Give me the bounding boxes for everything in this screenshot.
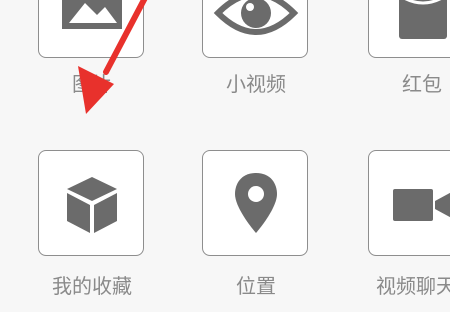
tile-image[interactable]: 图片 [38,0,146,96]
tile-short-video-label: 小视频 [226,72,286,96]
red-packet-icon [399,0,447,39]
tile-location-label: 位置 [236,274,276,298]
tile-red-packet[interactable]: 红包 [368,0,450,96]
tile-favorites[interactable]: 我的收藏 [38,150,146,298]
tile-video-chat-label: 视频聊天 [376,274,450,298]
tile-short-video[interactable]: 小视频 [202,0,310,96]
tile-location[interactable]: 位置 [202,150,310,298]
tile-video-chat-box[interactable] [368,150,450,256]
tile-image-label: 图片 [72,72,112,96]
tile-favorites-label: 我的收藏 [52,274,132,298]
tile-red-packet-box[interactable] [368,0,450,58]
cube-icon [67,177,117,233]
image-icon [62,0,122,29]
video-camera-icon [393,189,450,221]
tile-short-video-box[interactable] [202,0,308,58]
tile-image-box[interactable] [38,0,144,58]
tile-location-box[interactable] [202,150,308,256]
chat-attachment-panel: 图片 小视频 红包 我的收藏 位置 视频聊天 [0,0,450,312]
location-pin-icon [235,173,277,233]
eye-icon [213,0,299,35]
tile-favorites-box[interactable] [38,150,144,256]
tile-video-chat[interactable]: 视频聊天 [368,150,450,298]
tile-red-packet-label: 红包 [402,72,442,96]
